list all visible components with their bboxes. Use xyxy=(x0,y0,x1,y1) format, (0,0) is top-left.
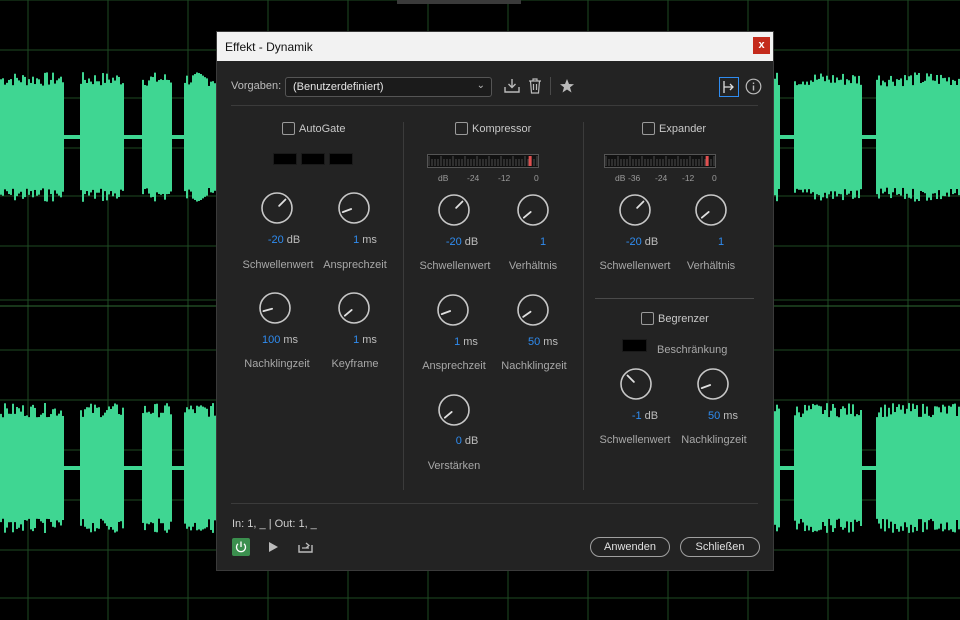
expander-checkbox[interactable]: Expander xyxy=(642,122,706,135)
apply-button[interactable]: Anwenden xyxy=(590,537,670,557)
compressor-ratio-knob[interactable] xyxy=(516,193,550,227)
compressor-level-meter xyxy=(427,154,539,168)
favorite-star-icon[interactable] xyxy=(559,78,575,94)
exp-meter-label-0: 0 xyxy=(712,173,717,183)
limiter-threshold-value[interactable]: -1 dB xyxy=(632,410,658,422)
power-icon[interactable] xyxy=(232,538,250,556)
exp-meter-label-db: dB xyxy=(615,173,626,183)
compressor-makeup-knob[interactable] xyxy=(437,393,471,427)
close-button[interactable]: Schließen xyxy=(680,537,760,557)
expander-level-meter xyxy=(604,154,716,168)
exp-meter-label-36: -36 xyxy=(628,173,641,183)
comp-meter-label-db: dB xyxy=(438,173,449,183)
autogate-hold-caption: Keyframe xyxy=(331,358,379,370)
loop-export-icon[interactable] xyxy=(297,539,314,555)
play-icon[interactable] xyxy=(266,540,280,554)
expander-ratio-value[interactable]: 1 xyxy=(718,236,724,248)
checkbox-box xyxy=(642,122,655,135)
compressor-attack-caption: Ansprechzeit xyxy=(422,360,486,372)
compressor-ratio-value[interactable]: 1 xyxy=(540,236,546,248)
gate-indicator-2 xyxy=(301,153,325,165)
compressor-checkbox[interactable]: Kompressor xyxy=(455,122,531,135)
preset-dropdown[interactable]: (Benutzerdefiniert) ⌄ xyxy=(285,77,492,97)
comp-meter-label-12: -12 xyxy=(498,173,511,183)
compressor-release-knob[interactable] xyxy=(516,293,550,327)
footer-divider xyxy=(231,503,758,504)
limiter-label: Begrenzer xyxy=(658,312,709,325)
limiter-threshold-knob[interactable] xyxy=(619,367,653,401)
gate-indicator-3 xyxy=(329,153,353,165)
autogate-attack-caption: Ansprechzeit xyxy=(323,259,387,271)
limiter-release-value[interactable]: 50 ms xyxy=(708,410,738,422)
autogate-threshold-value[interactable]: -20 dB xyxy=(268,234,300,246)
gate-indicator-1 xyxy=(273,153,297,165)
exp-meter-label-12: -12 xyxy=(682,173,695,183)
autogate-attack-knob[interactable] xyxy=(337,191,371,225)
autogate-release-knob[interactable] xyxy=(258,291,292,325)
window-title: Effekt - Dynamik xyxy=(225,40,313,54)
expander-threshold-value[interactable]: -20 dB xyxy=(626,236,658,248)
checkbox-box xyxy=(282,122,295,135)
compressor-threshold-caption: Schwellenwert xyxy=(419,260,491,272)
autogate-checkbox[interactable]: AutoGate xyxy=(282,122,345,135)
checkbox-box xyxy=(455,122,468,135)
comp-meter-label-0: 0 xyxy=(534,173,539,183)
routing-icon[interactable] xyxy=(719,77,739,97)
preset-value: (Benutzerdefiniert) xyxy=(293,81,384,93)
limiter-restriction-label: Beschränkung xyxy=(657,344,728,356)
limiter-release-knob[interactable] xyxy=(696,367,730,401)
exp-meter-label-24: -24 xyxy=(655,173,668,183)
limiter-threshold-caption: Schwellenwert xyxy=(599,434,671,446)
autogate-hold-value[interactable]: 1 ms xyxy=(353,334,377,346)
expander-ratio-knob[interactable] xyxy=(694,193,728,227)
delete-preset-icon[interactable] xyxy=(527,77,543,95)
chevron-down-icon: ⌄ xyxy=(476,80,485,91)
expander-label: Expander xyxy=(659,122,707,135)
presets-label: Vorgaben: xyxy=(231,80,282,92)
limiter-release-caption: Nachklingzeit xyxy=(681,434,747,446)
autogate-release-value[interactable]: 100 ms xyxy=(262,334,298,346)
title-bar[interactable]: Effekt - Dynamik x xyxy=(217,32,773,61)
compressor-makeup-caption: Verstärken xyxy=(427,460,481,472)
in-out-channels: In: 1, _ | Out: 1, _ xyxy=(232,518,317,530)
dynamics-effect-dialog: Effekt - Dynamik x Vorgaben: (Benutzerde… xyxy=(216,31,774,571)
close-window-button[interactable]: x xyxy=(753,37,770,54)
column-separator-2 xyxy=(583,122,584,490)
compressor-attack-knob[interactable] xyxy=(436,293,470,327)
limiter-divider xyxy=(595,298,754,299)
compressor-threshold-knob[interactable] xyxy=(437,193,471,227)
expander-threshold-caption: Schwellenwert xyxy=(599,260,671,272)
compressor-ratio-caption: Verhältnis xyxy=(508,260,558,272)
autogate-release-caption: Nachklingzeit xyxy=(244,358,310,370)
info-icon[interactable] xyxy=(745,78,762,95)
autogate-attack-value[interactable]: 1 ms xyxy=(353,234,377,246)
compressor-release-caption: Nachklingzeit xyxy=(501,360,567,372)
save-preset-icon[interactable] xyxy=(503,77,521,95)
compressor-attack-value[interactable]: 1 ms xyxy=(454,336,478,348)
comp-meter-label-24: -24 xyxy=(467,173,480,183)
compressor-label: Kompressor xyxy=(472,122,532,135)
autogate-hold-knob[interactable] xyxy=(337,291,371,325)
limiter-checkbox[interactable]: Begrenzer xyxy=(641,312,709,325)
autogate-label: AutoGate xyxy=(299,122,346,135)
toolbar-separator xyxy=(550,77,551,95)
compressor-makeup-value[interactable]: 0 dB xyxy=(456,435,479,447)
expander-ratio-caption: Verhältnis xyxy=(686,260,736,272)
limiter-indicator xyxy=(622,339,647,352)
compressor-threshold-value[interactable]: -20 dB xyxy=(446,236,478,248)
expander-threshold-knob[interactable] xyxy=(618,193,652,227)
compressor-release-value[interactable]: 50 ms xyxy=(528,336,558,348)
column-separator-1 xyxy=(403,122,404,490)
autogate-threshold-caption: Schwellenwert xyxy=(242,259,314,271)
checkbox-box xyxy=(641,312,654,325)
header-divider xyxy=(231,105,758,106)
autogate-threshold-knob[interactable] xyxy=(260,191,294,225)
